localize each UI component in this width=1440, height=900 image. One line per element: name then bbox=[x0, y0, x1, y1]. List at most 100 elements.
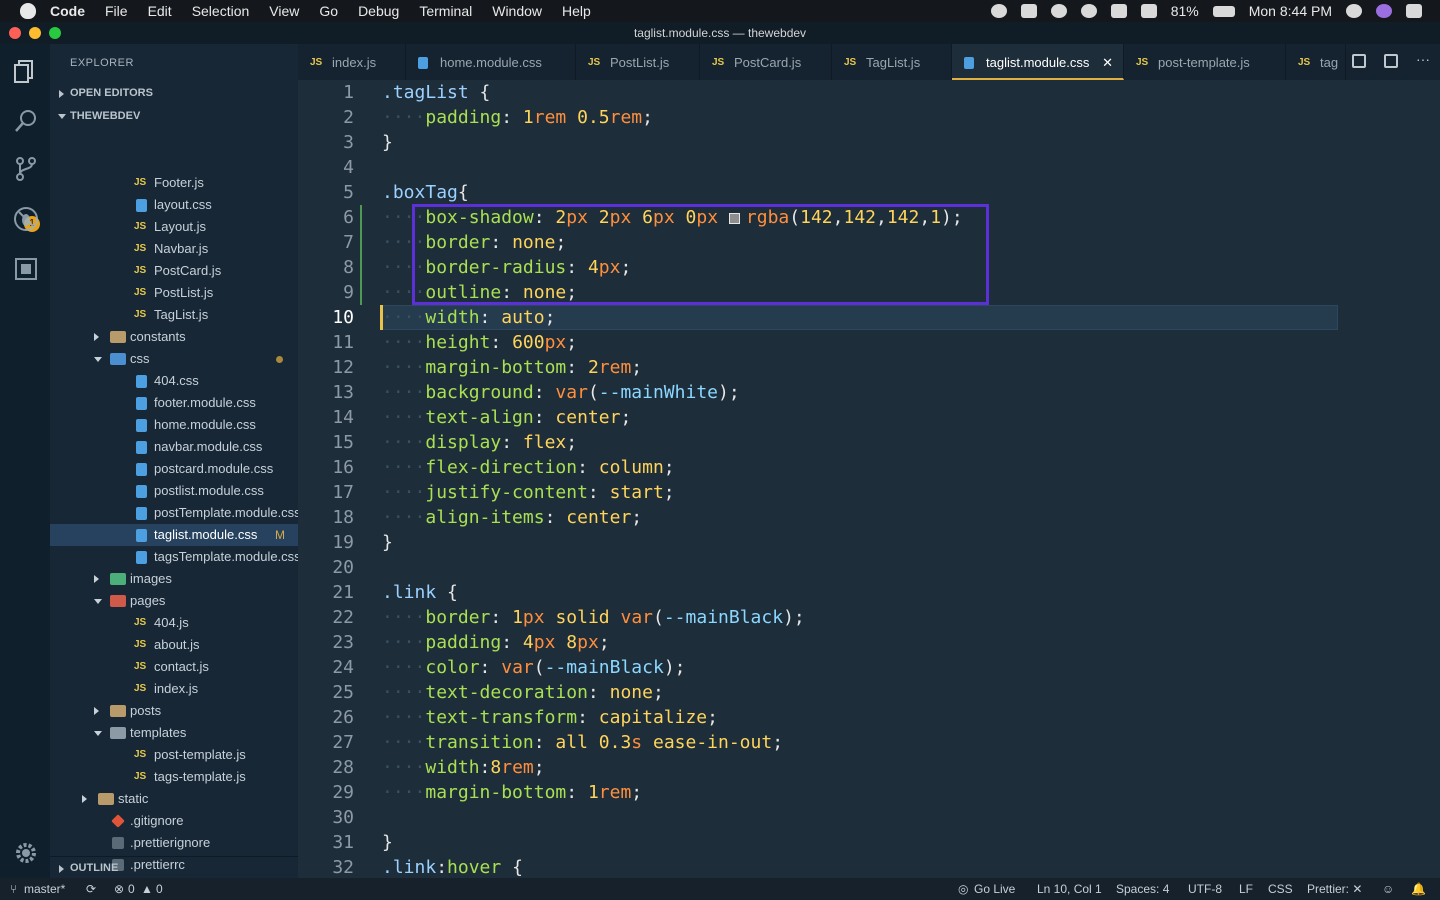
chevron-down-icon[interactable] bbox=[94, 357, 102, 362]
menu-selection[interactable]: Selection bbox=[192, 3, 250, 19]
outline-section[interactable]: OUTLINE bbox=[50, 857, 298, 880]
menu-view[interactable]: View bbox=[269, 3, 299, 19]
open-editors-section[interactable]: OPEN EDITORS bbox=[50, 82, 298, 105]
wifi-icon[interactable] bbox=[1110, 4, 1127, 18]
code-line[interactable]: 16 ····flex-direction: column; bbox=[298, 455, 1338, 480]
code-line[interactable]: 29 ····margin-bottom: 1rem; bbox=[298, 780, 1338, 805]
tree-item[interactable]: images bbox=[50, 568, 298, 590]
code-line[interactable]: 14 ····text-align: center; bbox=[298, 405, 1338, 430]
warnings-count[interactable]: 0 bbox=[156, 878, 163, 900]
tab[interactable]: JS tag bbox=[1286, 44, 1346, 80]
code-line[interactable]: 1 .tagList { bbox=[298, 80, 1338, 105]
tab[interactable]: JS TagList.js bbox=[832, 44, 952, 80]
tree-item[interactable]: templates bbox=[50, 722, 298, 744]
tree-item[interactable]: .gitignore bbox=[50, 810, 298, 832]
close-tab-icon[interactable]: ✕ bbox=[1102, 44, 1113, 78]
prettier-status[interactable]: Prettier: ✕ bbox=[1307, 878, 1362, 900]
tree-item[interactable]: postTemplate.module.css bbox=[50, 502, 301, 524]
tree-item[interactable]: tagsTemplate.module.css bbox=[50, 546, 301, 568]
tree-item[interactable]: 404.css bbox=[50, 370, 298, 392]
open-changes-icon[interactable] bbox=[1352, 54, 1366, 68]
code-line[interactable]: 18 ····align-items: center; bbox=[298, 505, 1338, 530]
chevron-right-icon[interactable] bbox=[94, 575, 99, 583]
tree-item[interactable]: JS index.js bbox=[50, 678, 298, 700]
code-line[interactable]: 4 bbox=[298, 155, 1338, 180]
tree-item[interactable]: postlist.module.css bbox=[50, 480, 298, 502]
code-line[interactable]: 24 ····color: var(--mainBlack); bbox=[298, 655, 1338, 680]
apple-logo-icon[interactable] bbox=[20, 3, 36, 19]
menu-code[interactable]: Code bbox=[50, 3, 85, 19]
code-line[interactable]: 17 ····justify-content: start; bbox=[298, 480, 1338, 505]
tab[interactable]: taglist.module.css ✕ bbox=[952, 44, 1124, 80]
encoding[interactable]: UTF-8 bbox=[1188, 878, 1222, 900]
menu-debug[interactable]: Debug bbox=[358, 3, 399, 19]
tree-item[interactable]: JS Navbar.js bbox=[50, 238, 298, 260]
creative-cloud-icon[interactable] bbox=[1050, 4, 1067, 18]
gutter-added-marker[interactable] bbox=[360, 205, 362, 305]
tree-item[interactable]: JS Layout.js bbox=[50, 216, 298, 238]
tree-item[interactable]: postcard.module.css bbox=[50, 458, 298, 480]
zoom-window-button[interactable] bbox=[49, 27, 61, 39]
docker-icon[interactable] bbox=[1020, 4, 1037, 18]
siri-icon[interactable] bbox=[1376, 4, 1392, 18]
volume-icon[interactable] bbox=[1140, 4, 1157, 18]
tree-item[interactable]: JS 404.js bbox=[50, 612, 298, 634]
tree-item[interactable]: JS TagList.js bbox=[50, 304, 298, 326]
tree-item[interactable]: css bbox=[50, 348, 298, 370]
menu-file[interactable]: File bbox=[105, 3, 128, 19]
tree-item[interactable]: pages bbox=[50, 590, 298, 612]
project-section[interactable]: THEWEBDEV bbox=[50, 105, 298, 128]
tab[interactable]: home.module.css bbox=[406, 44, 576, 80]
code-line[interactable]: 25 ····text-decoration: none; bbox=[298, 680, 1338, 705]
notifications-bell-icon[interactable]: 🔔 bbox=[1411, 878, 1426, 900]
tree-item[interactable]: JS contact.js bbox=[50, 656, 298, 678]
search-icon[interactable] bbox=[13, 108, 39, 134]
code-line[interactable]: 15 ····display: flex; bbox=[298, 430, 1338, 455]
minimize-window-button[interactable] bbox=[29, 27, 41, 39]
code-line[interactable]: 12 ····margin-bottom: 2rem; bbox=[298, 355, 1338, 380]
chevron-right-icon[interactable] bbox=[94, 333, 99, 341]
code-line[interactable]: 26 ····text-transform: capitalize; bbox=[298, 705, 1338, 730]
tree-item[interactable]: navbar.module.css bbox=[50, 436, 298, 458]
tree-item[interactable]: JS PostList.js bbox=[50, 282, 298, 304]
menu-go[interactable]: Go bbox=[319, 3, 338, 19]
errors-icon[interactable]: ⊗ bbox=[114, 878, 124, 900]
status-menu-icon[interactable] bbox=[990, 4, 1007, 18]
tree-item[interactable]: JS Footer.js bbox=[50, 172, 298, 194]
tab[interactable]: JS PostCard.js bbox=[700, 44, 832, 80]
tree-item[interactable]: constants bbox=[50, 326, 298, 348]
sync-icon[interactable]: ⟳ bbox=[86, 878, 96, 900]
tree-item[interactable]: posts bbox=[50, 700, 298, 722]
code-line[interactable]: 30 bbox=[298, 805, 1338, 830]
code-line[interactable]: 28 ····width:8rem; bbox=[298, 755, 1338, 780]
code-line[interactable]: 23 ····padding: 4px 8px; bbox=[298, 630, 1338, 655]
settings-gear-icon[interactable] bbox=[13, 840, 39, 866]
tree-item[interactable]: JS about.js bbox=[50, 634, 298, 656]
code-line[interactable]: 27 ····transition: all 0.3s ease-in-out; bbox=[298, 730, 1338, 755]
errors-count[interactable]: 0 bbox=[128, 878, 135, 900]
chevron-right-icon[interactable] bbox=[94, 707, 99, 715]
code-line[interactable]: 19} bbox=[298, 530, 1338, 555]
code-line[interactable]: 5 .boxTag{ bbox=[298, 180, 1338, 205]
tree-item[interactable]: JS post-template.js bbox=[50, 744, 298, 766]
feedback-smiley-icon[interactable]: ☺ bbox=[1382, 878, 1394, 900]
warnings-icon[interactable]: ▲ bbox=[141, 878, 153, 900]
tab[interactable]: JS post-template.js bbox=[1124, 44, 1286, 80]
more-actions-icon[interactable]: ··· bbox=[1416, 52, 1430, 68]
line-ending[interactable]: LF bbox=[1239, 878, 1253, 900]
clock[interactable]: Mon 8:44 PM bbox=[1249, 3, 1332, 19]
code-line[interactable]: 11 ····height: 600px; bbox=[298, 330, 1338, 355]
code-editor[interactable]: 1 .tagList {2 ····padding: 1rem 0.5rem; 3} 4… bbox=[298, 80, 1440, 878]
gutter-modified-marker[interactable] bbox=[380, 305, 383, 330]
split-editor-icon[interactable] bbox=[1384, 54, 1398, 68]
branch-name[interactable]: master* bbox=[24, 878, 65, 900]
menu-terminal[interactable]: Terminal bbox=[419, 3, 472, 19]
menu-edit[interactable]: Edit bbox=[148, 3, 172, 19]
code-line[interactable]: 20 bbox=[298, 555, 1338, 580]
tab[interactable]: JS PostList.js bbox=[576, 44, 700, 80]
go-live-button[interactable]: Go Live bbox=[974, 878, 1015, 900]
code-line[interactable]: 3} bbox=[298, 130, 1338, 155]
tree-item[interactable]: home.module.css bbox=[50, 414, 298, 436]
menu-window[interactable]: Window bbox=[492, 3, 542, 19]
code-line[interactable]: 22 ····border: 1px solid var(--mainBlack)… bbox=[298, 605, 1338, 630]
